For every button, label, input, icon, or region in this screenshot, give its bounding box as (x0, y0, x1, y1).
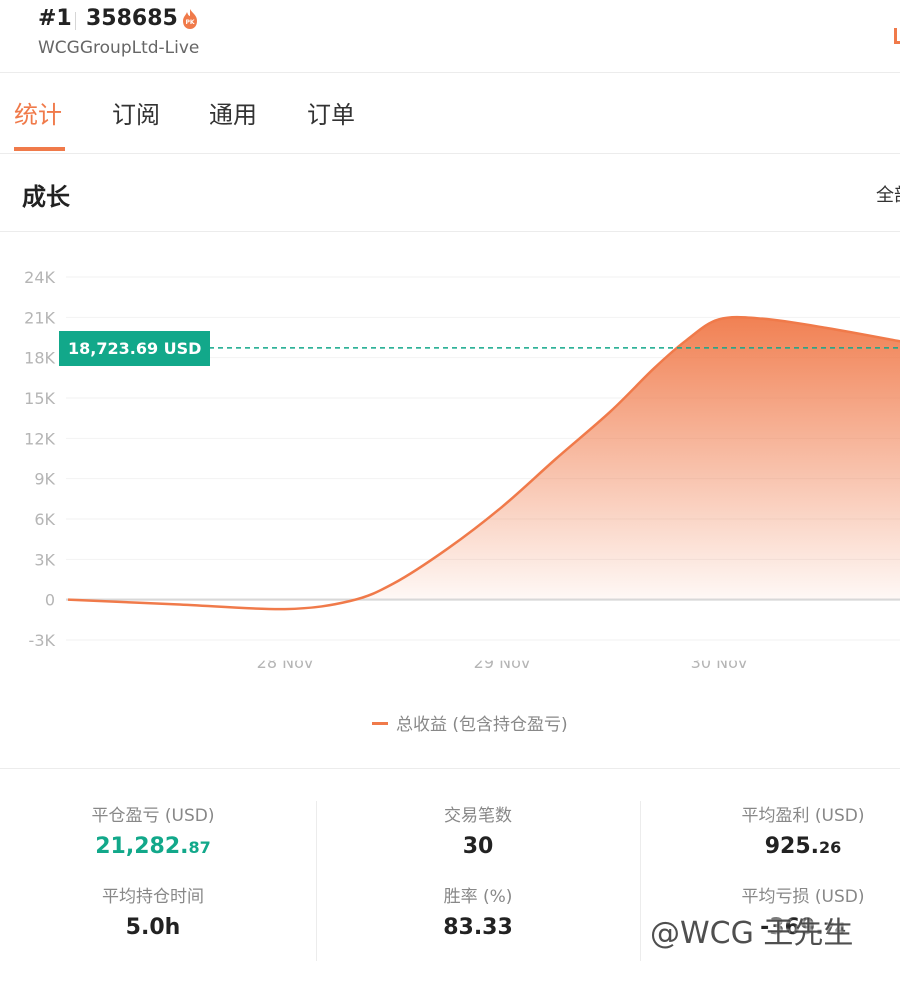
y-tick-label: 21K (24, 308, 55, 327)
stat-value: 21,282.87 (95, 834, 211, 859)
stat-avg-hold-time: 平均持仓时间 5.0h (23, 882, 283, 940)
current-value-tag: 18,723.69 USD (59, 331, 211, 366)
y-tick-label: 3K (34, 550, 55, 569)
y-tick-label: 24K (24, 268, 55, 287)
column-divider (640, 801, 641, 961)
watermark: @WCG 王先生 (650, 916, 854, 951)
stat-trade-count: 交易笔数 30 (348, 801, 608, 859)
stat-label: 交易笔数 (444, 806, 512, 826)
y-tick-label: -3K (29, 631, 56, 650)
y-tick-label: 18K (24, 349, 55, 368)
y-tick-label: 6K (34, 510, 55, 529)
stat-label: 平均亏损 (USD) (741, 887, 865, 907)
stat-win-rate: 胜率 (%) 83.33 (348, 882, 608, 940)
rank-label: #1 (38, 6, 72, 31)
stats-panel: 平仓盈亏 (USD) 21,282.87 交易笔数 30 平均盈利 (USD) … (0, 768, 900, 991)
tab-statistics[interactable]: 统计 (14, 95, 62, 130)
active-tab-indicator (14, 147, 65, 151)
growth-section-header: 成长 全部 (0, 153, 900, 232)
server-name: WCGGroupLtd-Live (38, 38, 200, 58)
stat-label: 平仓盈亏 (USD) (91, 806, 215, 826)
stat-avg-profit: 平均盈利 (USD) 925.26 (673, 801, 900, 859)
stat-closed-pnl: 平仓盈亏 (USD) 21,282.87 (23, 801, 283, 859)
stat-value: 30 (462, 834, 494, 859)
area-below-zero-mask (66, 600, 900, 661)
y-tick-label: 0 (45, 591, 55, 610)
range-selector[interactable]: 全部 (876, 181, 900, 207)
stat-value: 925.26 (764, 834, 842, 859)
stat-label: 胜率 (%) (443, 887, 513, 907)
stat-value: 83.33 (443, 915, 513, 940)
section-title: 成长 (22, 183, 70, 211)
legend-item[interactable]: 总收益 (包含持仓盈亏) (372, 710, 568, 735)
tab-general[interactable]: 通用 (209, 95, 257, 130)
account-header: #1 358685 PK WCGGroupLtd-Live (0, 0, 900, 73)
y-axis: 24K 21K 18K 15K 12K 9K 6K 3K 0 -3K (24, 268, 55, 650)
growth-chart-svg: 24K21K18K15K12K9K6K3K0-3K 28 Nov 29 Nov 30… (24, 268, 900, 672)
stat-value: 5.0h (125, 915, 181, 940)
growth-chart: 24K 21K 18K 15K 12K 9K 6K 3K 0 -3K 28 Nov 29 Nov 30… (0, 232, 900, 767)
tab-subscribe[interactable]: 订阅 (112, 95, 160, 130)
legend-swatch (372, 721, 388, 725)
svg-text:PK: PK (185, 19, 194, 26)
y-tick-label: 15K (24, 389, 55, 408)
stat-label: 平均持仓时间 (102, 887, 204, 907)
column-divider (316, 801, 317, 961)
y-tick-label: 9K (34, 470, 55, 489)
account-id: 358685 (86, 6, 178, 31)
tab-bar: 统计 订阅 通用 订单 (0, 73, 900, 154)
fire-pk-icon: PK (183, 9, 197, 29)
y-tick-label: 12K (24, 429, 55, 448)
share-icon[interactable] (894, 28, 900, 44)
stat-label: 平均盈利 (USD) (741, 806, 865, 826)
tab-orders[interactable]: 订单 (307, 95, 355, 130)
legend-label: 总收益 (包含持仓盈亏) (396, 715, 568, 735)
rank-separator (75, 12, 76, 30)
